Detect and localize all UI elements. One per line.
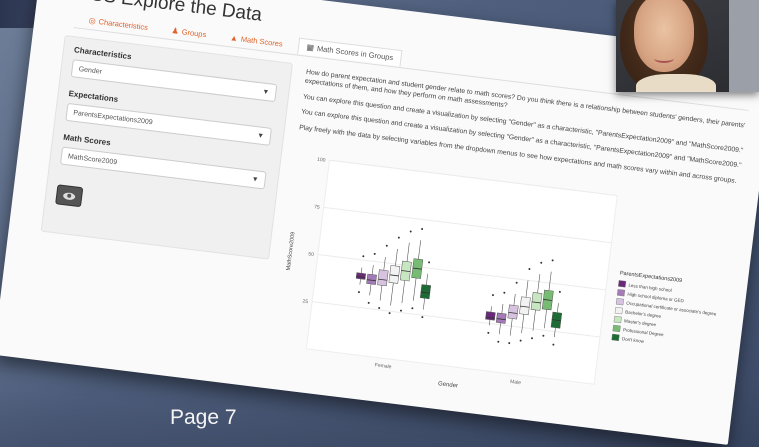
x-axis-label: Gender xyxy=(438,381,459,389)
tab-label: Math Scores in Groups xyxy=(316,43,394,63)
y-tick-label: 75 xyxy=(314,204,320,211)
y-axis-label: MathScore2009 xyxy=(286,232,297,271)
box xyxy=(485,311,496,321)
chevron-down-icon: ▼ xyxy=(256,132,265,141)
box xyxy=(530,292,543,311)
tab-label: Groups xyxy=(181,27,207,40)
box xyxy=(355,272,367,280)
legend-label: Master's degree xyxy=(624,318,657,327)
y-tick-label: 100 xyxy=(317,157,326,164)
legend-label: Bachelor's degree xyxy=(625,309,662,318)
x-tick-label: Female xyxy=(374,362,391,370)
box xyxy=(366,273,377,285)
legend-swatch xyxy=(612,324,621,333)
legend-label: Less than high school xyxy=(628,283,672,293)
fire-icon: ▲ xyxy=(229,33,239,44)
legend-swatch xyxy=(618,280,627,288)
box xyxy=(495,312,507,324)
box xyxy=(388,265,401,284)
legend-swatch xyxy=(614,306,623,315)
characteristics-value: Gender xyxy=(78,66,103,76)
characteristics-label: Characteristics xyxy=(73,45,132,62)
y-tick-label: 25 xyxy=(302,299,308,306)
legend-swatch xyxy=(615,298,624,306)
legend-swatch xyxy=(613,315,622,324)
view-button[interactable] xyxy=(55,184,84,208)
math-scores-select[interactable]: MathScore2009 ▼ xyxy=(59,146,267,190)
presenter-photo xyxy=(616,0,759,92)
legend-label: Professional Degree xyxy=(623,327,665,337)
target-icon: ◎ xyxy=(88,15,97,26)
box xyxy=(519,296,531,316)
person-icon: ♟ xyxy=(171,26,180,36)
sidebar-panel: Characteristics Gender ▼ Expectations Pa… xyxy=(40,35,294,260)
expectations-label: Expectations xyxy=(68,88,119,104)
legend-swatch xyxy=(616,289,626,297)
chevron-down-icon: ▼ xyxy=(251,175,259,184)
box xyxy=(419,284,432,300)
box xyxy=(377,269,389,287)
math-scores-value: MathScore2009 xyxy=(67,153,118,167)
page-number-label: Page 7 xyxy=(170,406,237,429)
tab-label: Math Scores xyxy=(240,34,284,49)
legend-swatch xyxy=(611,333,620,342)
chevron-down-icon: ▼ xyxy=(261,88,270,97)
tab-label: Characteristics xyxy=(98,17,149,33)
boxplot-chart: 100755025MathScore2009GenderFemaleMalePa… xyxy=(286,157,717,390)
math-scores-label: Math Scores xyxy=(62,132,112,148)
expectations-value: ParentsExpectations2009 xyxy=(72,109,153,127)
tab-math-scores-in-groups[interactable]: ▦ Math Scores in Groups xyxy=(297,37,403,68)
eye-icon xyxy=(62,191,76,200)
legend-label: Don't know xyxy=(622,336,645,344)
table-icon: ▦ xyxy=(305,42,315,53)
y-tick-label: 50 xyxy=(308,251,314,258)
box xyxy=(507,304,519,320)
x-tick-label: Male xyxy=(510,379,522,386)
